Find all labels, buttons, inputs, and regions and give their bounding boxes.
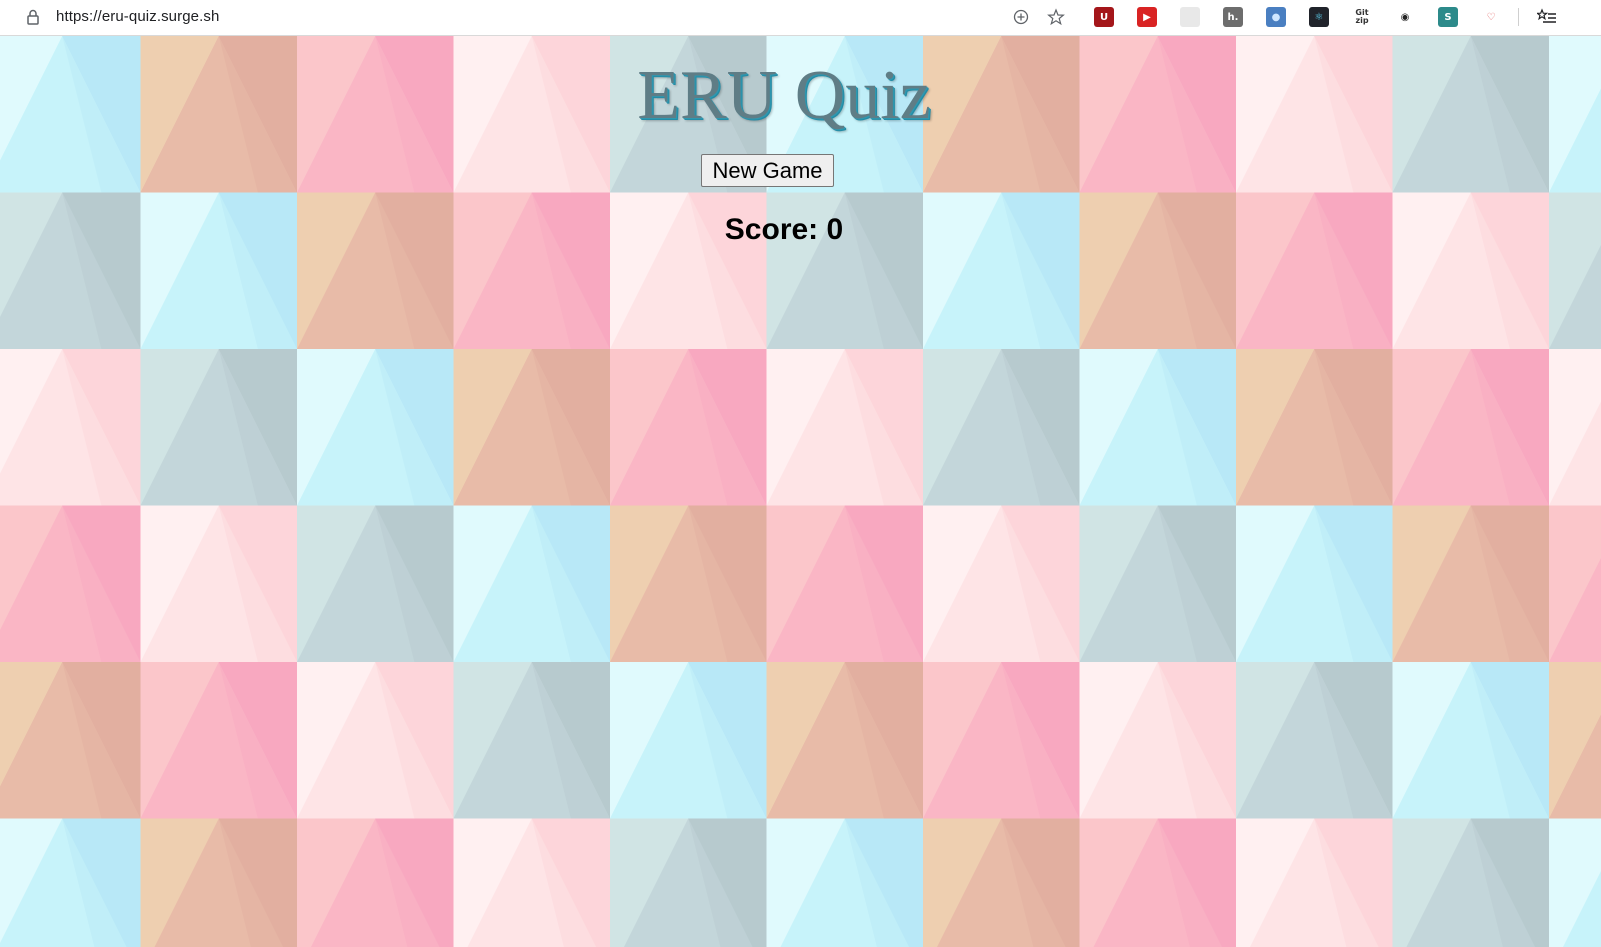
background-tile [766,349,923,506]
background-tile [140,818,297,947]
background-tile [1549,505,1601,662]
background-tile [453,662,610,819]
background-tile [923,818,1080,947]
gitzip-extension-icon[interactable]: Git zip [1352,7,1372,27]
add-to-home-icon[interactable] [1010,6,1032,28]
address-bar[interactable]: https://eru-quiz.surge.sh [0,0,1078,34]
background-tile [1079,505,1236,662]
background-tile [1549,662,1601,819]
browser-toolbar: https://eru-quiz.surge.sh U ▶ h. ● ⚛ Git zip ◉… [0,0,1601,36]
h-extension-icon[interactable]: h. [1223,7,1243,27]
background-tile [923,349,1080,506]
score-display: Score: 0 [0,212,1568,248]
background-tile [923,505,1080,662]
score-label: Score: [724,213,819,246]
toolbar-separator [1518,8,1519,26]
reading-list-icon[interactable] [1536,6,1558,28]
background-tile [453,349,610,506]
lock-icon[interactable] [24,8,42,26]
background-tile [1079,349,1236,506]
ie-tab-extension-icon[interactable]: ● [1266,7,1286,27]
background-tile [1392,818,1549,947]
background-tile [0,818,141,947]
red-outline-extension-icon[interactable]: ♡ [1481,7,1501,27]
background-tile [1549,349,1601,506]
background-tile [610,505,767,662]
background-tile [923,662,1080,819]
background-tile [1236,662,1393,819]
background-tile [766,818,923,947]
background-tile [0,349,141,506]
background-tile [1236,505,1393,662]
background-tile [1392,662,1549,819]
bookmark-star-icon[interactable] [1045,6,1067,28]
document-extension-icon[interactable] [1180,7,1200,27]
background-tile [297,662,454,819]
background-tile [0,662,141,819]
url-text[interactable]: https://eru-quiz.surge.sh [56,0,219,34]
s-extension-icon[interactable]: S [1438,7,1458,27]
new-game-button[interactable]: New Game [701,154,834,187]
ublock-extension-icon[interactable]: U [1094,7,1114,27]
background-tile [610,818,767,947]
background-tile [766,505,923,662]
react-devtools-icon[interactable]: ⚛ [1309,7,1329,27]
page-viewport: ERU Quiz New Game Score: 0 [0,36,1601,947]
background-tile [1079,818,1236,947]
background-tile [297,505,454,662]
background-tile [297,349,454,506]
background-tile [1549,818,1601,947]
chrome-circle-extension-icon[interactable]: ◉ [1395,7,1415,27]
page-title: ERU Quiz [637,57,931,134]
background-tile [140,349,297,506]
background-tile [140,505,297,662]
background-tile [453,505,610,662]
youtube-extension-icon[interactable]: ▶ [1137,7,1157,27]
background-tile [766,662,923,819]
background-tile [140,662,297,819]
background-tile [297,818,454,947]
score-value: 0 [826,213,844,246]
background-tile [610,662,767,819]
background-tile [453,818,610,947]
background-tile [1079,662,1236,819]
background-tile [1392,505,1549,662]
background-tile [0,505,141,662]
background-tile [1392,349,1549,506]
background-tile [1236,349,1393,506]
background-tile [610,349,767,506]
background-tile [1236,818,1393,947]
